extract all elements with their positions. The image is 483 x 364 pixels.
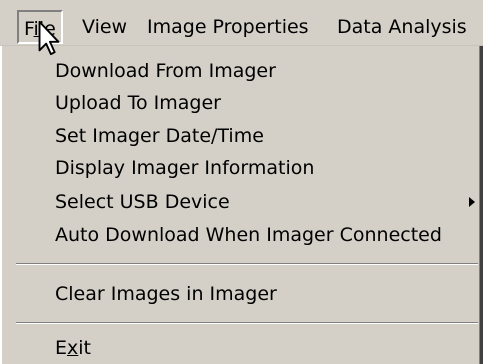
menu-item-label: Select USB Device — [55, 191, 230, 213]
menu-item-label: Display Imager Information — [55, 157, 315, 179]
menu-item-display-imager-information[interactable]: Display Imager Information — [2, 152, 480, 184]
menu-separator — [16, 263, 478, 265]
exit-label-start: E — [55, 337, 68, 359]
menu-item-exit[interactable]: Exit — [2, 332, 480, 364]
menu-item-auto-download[interactable]: Auto Download When Imager Connected — [2, 219, 480, 251]
menu-file-label-start: F — [24, 18, 34, 40]
menu-item-download-from-imager[interactable]: Download From Imager — [2, 55, 480, 87]
chevron-right-icon — [469, 197, 475, 207]
menu-item-label: Exit — [55, 332, 91, 364]
menu-bar: File View Image Properties Data Analysis — [0, 0, 483, 46]
exit-label-end: it — [78, 337, 91, 359]
menu-item-label: Download From Imager — [55, 60, 276, 82]
menu-item-label: Auto Download When Imager Connected — [55, 224, 442, 246]
menu-view[interactable]: View — [82, 12, 127, 42]
menu-separator — [16, 322, 478, 324]
mouse-pointer-icon — [38, 20, 60, 56]
menu-item-set-imager-date-time[interactable]: Set Imager Date/Time — [2, 120, 480, 152]
menu-data-analysis[interactable]: Data Analysis — [337, 12, 467, 42]
exit-label-accel: x — [67, 337, 79, 359]
menu-item-label: Upload To Imager — [55, 92, 221, 114]
menu-item-label: Set Imager Date/Time — [55, 125, 264, 147]
menu-item-upload-to-imager[interactable]: Upload To Imager — [2, 87, 480, 119]
menu-item-select-usb-device[interactable]: Select USB Device — [2, 186, 480, 218]
menu-item-clear-images-in-imager[interactable]: Clear Images in Imager — [2, 278, 480, 310]
file-menu-dropdown: Download From Imager Upload To Imager Se… — [0, 46, 483, 364]
menu-item-label: Clear Images in Imager — [55, 283, 277, 305]
menu-image-properties[interactable]: Image Properties — [147, 12, 309, 42]
